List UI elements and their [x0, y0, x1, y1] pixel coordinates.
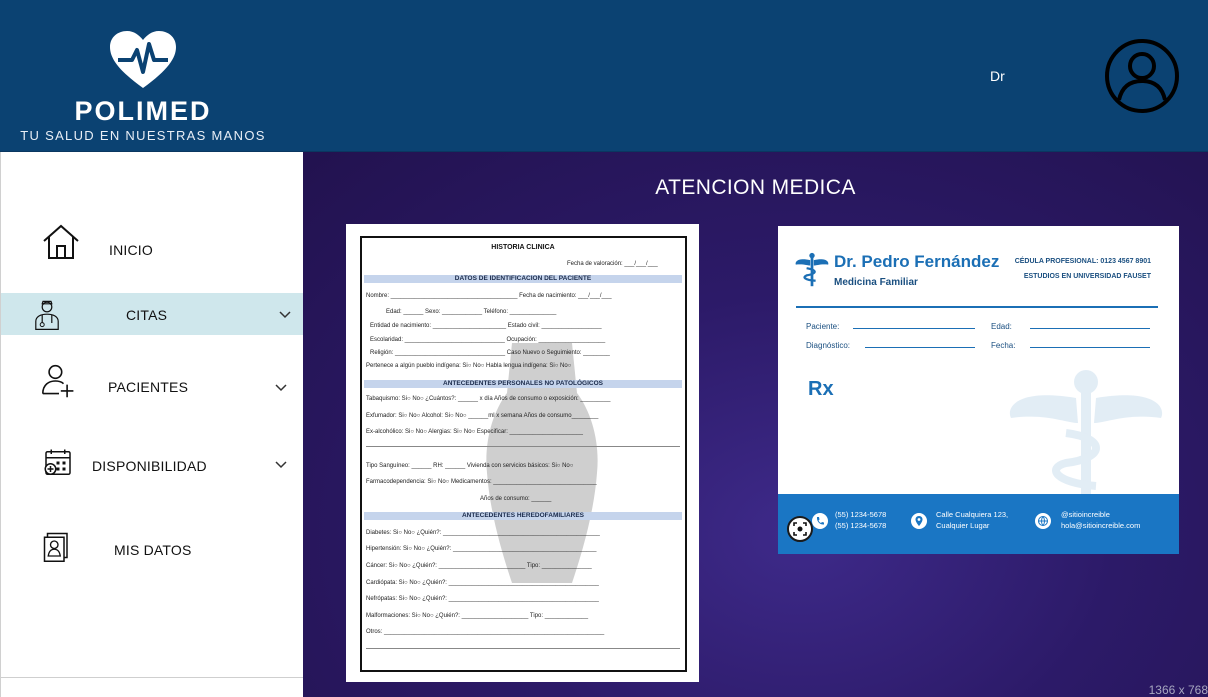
brand-tagline: TU SALUD EN NUESTRAS MANOS [20, 128, 266, 143]
cedula-profesional: CÉDULA PROFESIONAL: 0123 4567 8901 [1014, 258, 1151, 265]
fecha-valoracion: Fecha de valoración: ___/___/___ [567, 261, 658, 267]
sidebar-item-label: INICIO [109, 242, 153, 258]
sidebar-item-inicio[interactable]: INICIO [1, 214, 304, 268]
edad-line [1030, 328, 1150, 329]
heart-pulse-icon [110, 31, 176, 88]
calendar-icon [44, 449, 71, 475]
sidebar-item-disponibilidad[interactable]: DISPONIBILIDAD [1, 444, 304, 486]
section-no-patologicos: ANTECEDENTES PERSONALES NO PATOLÓGICOS [364, 380, 682, 388]
form-row: Diabetes: Si○ No○ ¿Quién?: _____________… [366, 530, 600, 536]
form-row: Nefrópatas: Si○ No○ ¿Quién?: ___________… [366, 596, 599, 602]
form-row: Escolaridad: ___________________________… [370, 337, 606, 343]
form-rule [366, 648, 680, 649]
chevron-down-icon[interactable] [275, 384, 287, 392]
section-identificacion: DATOS DE IDENTIFICACION DEL PACIENTE [364, 275, 682, 283]
form-title: HISTORIA CLINICA [491, 244, 555, 251]
sidebar-item-mis-datos[interactable]: MIS DATOS [1, 526, 304, 572]
brand-name: POLIMED [74, 96, 212, 126]
sidebar-item-label: MIS DATOS [114, 542, 192, 558]
form-row: Edad: ______ Sexo: ____________ Teléfono… [386, 309, 557, 315]
diagnostico-line [865, 347, 975, 348]
page-title: ATENCION MEDICA [655, 176, 856, 199]
phone-1: (55) 1234-5678 [835, 510, 887, 519]
user-name: Dr [990, 68, 1005, 84]
form-row: Hipertensión: Si○ No○ ¿Quién?: _________… [366, 546, 597, 552]
location-pin-icon [911, 513, 927, 529]
contact-footer: (55) 1234-5678 (55) 1234-5678 Calle Cual… [778, 494, 1179, 554]
fecha-line [1030, 347, 1150, 348]
sidebar-item-citas[interactable]: CITAS [1, 293, 304, 335]
receta-card[interactable]: Dr. Pedro Fernández Medicina Familiar CÉ… [778, 226, 1179, 554]
form-row: Cardiópata: Si○ No○ ¿Quién?: ___________… [366, 580, 599, 586]
form-row: Tabaquismo: Si○ No○ ¿Cuántos?: ______ x … [366, 396, 611, 402]
doctor-name: Dr. Pedro Fernández [834, 252, 1000, 271]
home-icon [43, 224, 79, 259]
historia-clinica-card[interactable]: HISTORIA CLINICA Fecha de valoración: __… [346, 224, 699, 682]
polimed-logo[interactable]: POLIMED TU SALUD EN NUESTRAS MANOS [18, 26, 268, 146]
form-row: Otros: _________________________________… [366, 629, 605, 635]
rx-symbol: Rx [808, 378, 834, 400]
form-row: Ex-alcohólico: Si○ No○ Alergias: Si○ No○… [366, 429, 583, 435]
scan-button[interactable] [787, 516, 813, 542]
doctor-specialty: Medicina Familiar [834, 277, 918, 288]
screen-size-label: 1366 x 768 [1148, 683, 1208, 697]
chevron-down-icon[interactable] [275, 461, 287, 469]
form-row: Cáncer: Si○ No○ ¿Quién?: _______________… [366, 563, 592, 569]
form-row: Nombre: ________________________________… [366, 293, 612, 299]
sidebar-divider [1, 677, 304, 678]
sidebar-item-label: CITAS [126, 307, 168, 323]
form-row: Malformaciones: Si○ No○ ¿Quién?: _______… [366, 613, 589, 619]
sidebar-item-label: PACIENTES [108, 379, 189, 395]
address-1: Calle Cualquiera 123, [936, 510, 1009, 519]
caduceus-watermark-icon [1009, 370, 1163, 503]
paciente-label: Paciente: [806, 322, 840, 331]
form-row: Entidad de nacimiento: _________________… [370, 323, 602, 329]
form-rule [366, 446, 680, 447]
globe-icon [1035, 513, 1051, 529]
form-row: Tipo Sanguíneo: ______ RH: ______ Vivien… [366, 463, 574, 469]
form-row: Exfumador: Si○ No○ Alcohol: Si○ No○ ____… [366, 413, 599, 419]
sidebar-item-label: DISPONIBILIDAD [92, 458, 207, 474]
form-row: Farmacodependencia: Si○ No○ Medicamentos… [366, 479, 597, 485]
section-heredofamiliares: ANTECEDENTES HEREDOFAMILIARES [364, 512, 682, 520]
scan-icon [793, 522, 807, 536]
paciente-line [853, 328, 975, 329]
form-row: Religión: ______________________________… [370, 350, 610, 356]
profile-document-icon [43, 532, 68, 562]
universidad: ESTUDIOS EN UNIVERSIDAD FAUSET [1023, 273, 1151, 280]
chevron-down-icon[interactable] [279, 311, 291, 319]
user-avatar-icon[interactable] [1104, 38, 1180, 114]
historia-clinica-form: HISTORIA CLINICA Fecha de valoración: __… [360, 236, 687, 672]
form-row: Pertenece a algún pueblo indígena: Si○ N… [366, 363, 572, 369]
email: hola@sitioincreible.com [1061, 521, 1141, 530]
website: @sitioincreible [1061, 510, 1110, 519]
phone-icon [812, 513, 828, 529]
app-header: POLIMED TU SALUD EN NUESTRAS MANOS Dr [0, 0, 1208, 152]
caduceus-icon [795, 252, 829, 287]
sidebar-item-pacientes[interactable]: PACIENTES [1, 357, 304, 413]
doctor-icon [35, 300, 59, 330]
diagnostico-label: Diagnóstico: [806, 341, 851, 350]
sidebar: INICIO CITAS PACIENTES DISPONIBILIDAD MI… [0, 152, 304, 697]
edad-label: Edad: [991, 322, 1012, 331]
phone-2: (55) 1234-5678 [835, 521, 887, 530]
add-user-icon [41, 364, 74, 398]
fecha-label: Fecha: [991, 341, 1016, 350]
form-row: Años de consumo: ______ [480, 496, 552, 502]
address-2: Cualquier Lugar [936, 521, 990, 530]
header-divider [796, 306, 1158, 308]
